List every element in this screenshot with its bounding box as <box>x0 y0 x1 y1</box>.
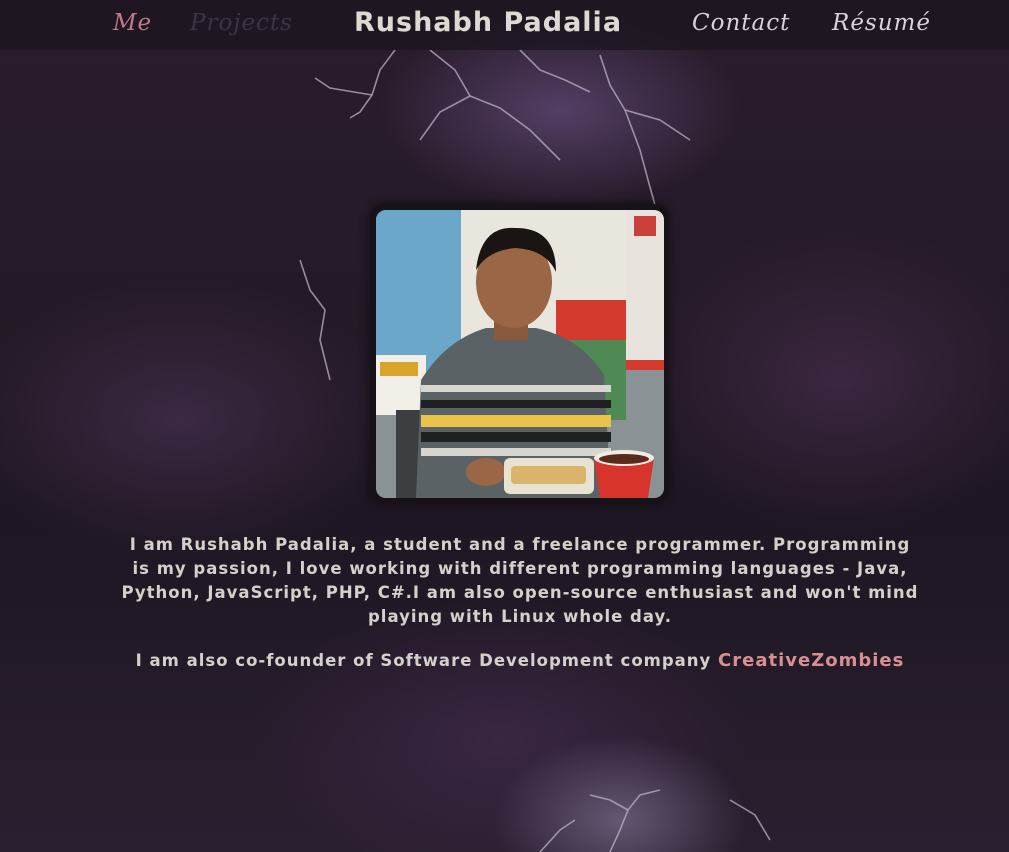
nav-link-resume[interactable]: Résumé <box>832 6 931 40</box>
cofounder-line: I am also co-founder of Software Develop… <box>70 649 970 673</box>
bio-paragraph: I am Rushabh Padalia, a student and a fr… <box>121 535 919 626</box>
nav-link-projects[interactable]: Projects <box>190 6 293 40</box>
nav-link-contact[interactable]: Contact <box>692 6 790 40</box>
site-title: Rushabh Padalia <box>354 7 623 38</box>
cofounder-text: I am also co-founder of Software Develop… <box>135 651 719 670</box>
company-link[interactable]: CreativeZombies <box>718 650 904 671</box>
nav-link-me[interactable]: Me <box>113 6 152 40</box>
profile-photo-frame <box>370 204 668 502</box>
top-navbar: Me Projects Rushabh Padalia Contact Résu… <box>0 0 1009 50</box>
profile-photo <box>376 210 664 498</box>
